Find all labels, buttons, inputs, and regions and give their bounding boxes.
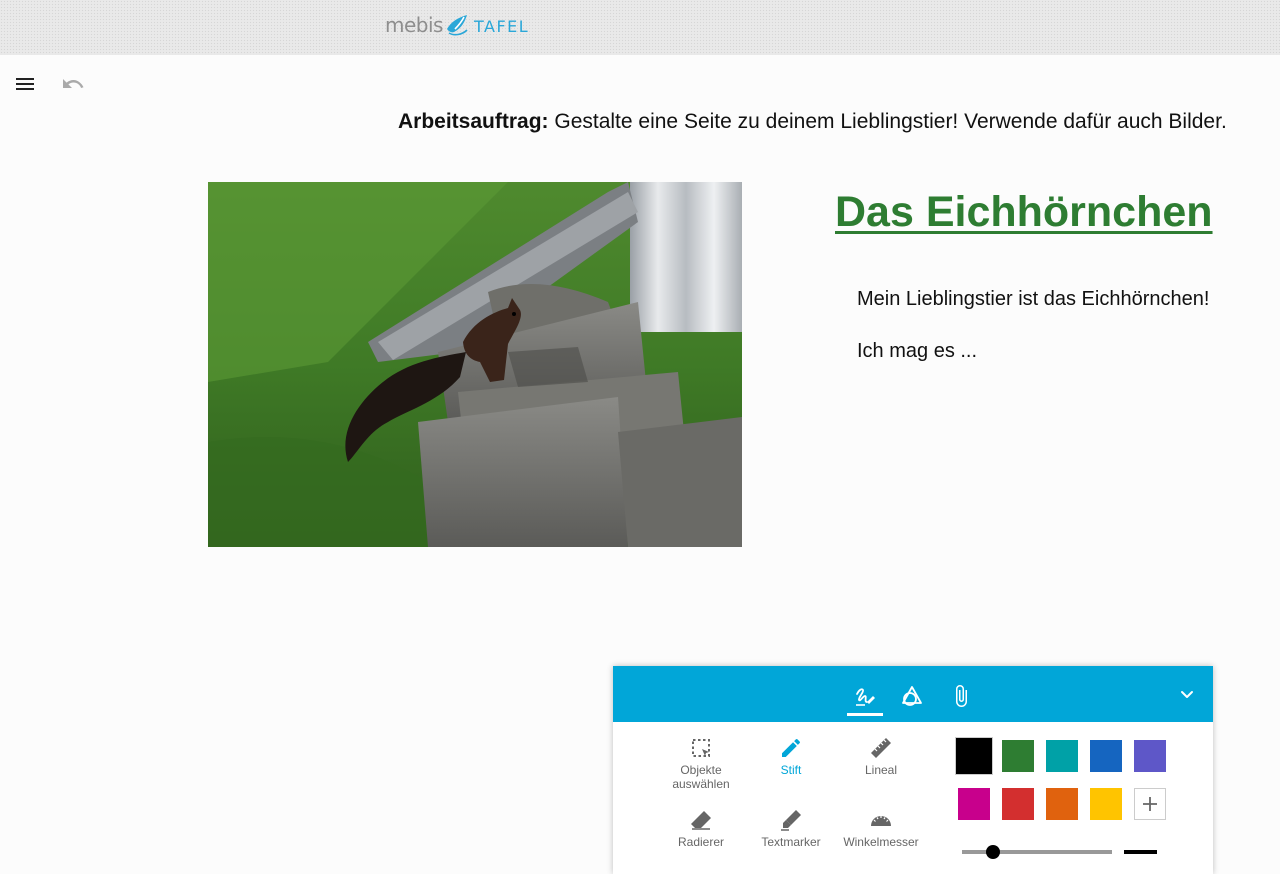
tool-label: Winkelmesser (843, 835, 919, 849)
slider-thumb[interactable] (986, 845, 1000, 859)
add-color-button[interactable] (1134, 788, 1166, 820)
tool-label: Objekte auswählen (672, 763, 730, 791)
tool-highlighter[interactable]: Textmarker (746, 808, 836, 849)
stroke-width-slider[interactable] (962, 842, 1112, 862)
tool-label: Stift (780, 763, 802, 777)
highlighter-icon (781, 810, 801, 831)
tool-protractor[interactable]: Winkelmesser (836, 808, 926, 849)
text-line-1[interactable]: Mein Lieblingstier ist das Eichhörnchen! (857, 288, 1209, 311)
toolbar-header (613, 666, 1213, 722)
drawing-toolbar: Objekte auswählen Stift Lineal Radierer … (613, 666, 1213, 874)
tool-ruler[interactable]: Lineal (836, 736, 926, 777)
tool-pen[interactable]: Stift (746, 736, 836, 777)
color-black[interactable] (955, 737, 993, 775)
color-blue[interactable] (1090, 740, 1122, 772)
color-teal[interactable] (1046, 740, 1078, 772)
pen-scribble-icon (856, 688, 875, 706)
color-purple[interactable] (1134, 740, 1166, 772)
geometry-shapes-icon (902, 686, 922, 706)
tab-pen[interactable] (847, 678, 883, 716)
ruler-icon (871, 738, 891, 758)
tool-label: Radierer (677, 835, 725, 849)
slider-track (962, 850, 1112, 854)
color-red[interactable] (1002, 788, 1034, 820)
color-orange[interactable] (1046, 788, 1078, 820)
plus-icon (1143, 797, 1157, 811)
task-text: Gestalte eine Seite zu deinem Lieblingst… (548, 110, 1227, 133)
stroke-width-preview (1124, 850, 1157, 854)
task-label: Arbeitsauftrag: (398, 110, 549, 133)
bird-logo-icon (446, 15, 468, 36)
squirrel-photo[interactable] (208, 182, 742, 547)
hamburger-menu-icon (16, 78, 34, 90)
color-magenta[interactable] (958, 788, 990, 820)
collapse-toolbar-button[interactable] (1175, 682, 1199, 706)
tool-label: Lineal (864, 763, 898, 777)
color-yellow[interactable] (1090, 788, 1122, 820)
text-line-2[interactable]: Ich mag es ... (857, 340, 977, 363)
task-instruction: Arbeitsauftrag: Gestalte eine Seite zu d… (398, 110, 1227, 134)
eraser-icon (691, 811, 711, 830)
protractor-icon (871, 816, 891, 826)
undo-button[interactable] (61, 72, 85, 96)
tool-select-objects[interactable]: Objekte auswählen (656, 736, 746, 791)
undo-icon (63, 79, 84, 88)
top-bar: mebis TAFEL (0, 0, 1280, 55)
tool-label: Textmarker (761, 835, 821, 849)
pen-icon (782, 738, 801, 757)
page-heading[interactable]: Das Eichhörnchen (835, 188, 1213, 237)
logo-mebis-text: mebis (385, 13, 443, 37)
color-green[interactable] (1002, 740, 1034, 772)
squirrel-image (208, 182, 742, 547)
logo-tafel-text: TAFEL (473, 16, 530, 36)
menu-button[interactable] (13, 72, 37, 96)
paperclip-icon (956, 685, 967, 707)
mebis-tafel-logo: mebis TAFEL (385, 11, 529, 39)
chevron-down-icon (1181, 691, 1193, 698)
tab-geometry[interactable] (894, 678, 930, 714)
select-objects-icon (692, 739, 710, 757)
tab-attachments[interactable] (943, 678, 979, 714)
tool-eraser[interactable]: Radierer (656, 808, 746, 849)
